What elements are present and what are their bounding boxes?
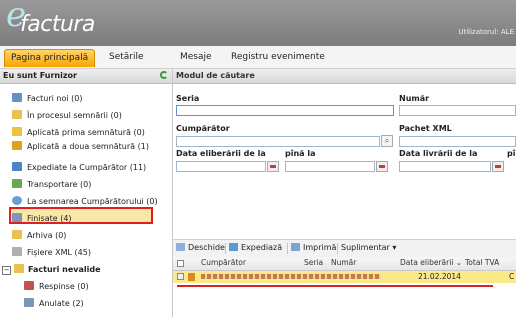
redacted-buyer <box>201 274 381 279</box>
suplimentar-dropdown[interactable]: Suplimentar ▾ <box>341 243 396 252</box>
app-header: e factura Utilizatorul: ALE <box>0 0 516 46</box>
main-nav: Pagina principală Setările Mesaje Regist… <box>0 46 516 69</box>
row-checkbox[interactable] <box>177 273 184 280</box>
print-icon <box>291 243 300 251</box>
document-icon <box>12 93 22 102</box>
collapse-icon[interactable]: − <box>2 266 11 275</box>
col-cumparator[interactable]: Cumpărător <box>201 258 246 267</box>
toolbar-divider <box>337 243 338 254</box>
logo-text: factura <box>20 12 95 37</box>
sidebar-item-a-doua-semnatura[interactable]: Aplicată a doua semnătură (1) <box>12 139 149 155</box>
row-total-tva: C <box>509 272 515 281</box>
send-button[interactable]: Expediază <box>229 243 282 252</box>
annotation-underline <box>177 285 493 287</box>
open-button[interactable]: Deschide <box>176 243 225 252</box>
data-eliberarii-to-input[interactable] <box>285 161 375 172</box>
sidebar: Eu sunt Furnizor Facturi noi (0) În proc… <box>0 69 173 317</box>
row-date: 21.02.2014 <box>418 272 461 281</box>
pana-la-label: pînă la <box>285 149 316 158</box>
folder-icon <box>12 110 22 119</box>
rejected-icon <box>24 281 34 290</box>
calendar-icon[interactable] <box>267 161 279 172</box>
clock-icon <box>12 196 22 205</box>
col-data-eliberarii[interactable]: Data eliberării ⌄ <box>400 258 462 267</box>
data-livrarii-from-input[interactable] <box>399 161 491 172</box>
toolbar-divider <box>225 243 226 254</box>
sidebar-item-in-procesul-semnarii[interactable]: În procesul semnării (0) <box>12 108 122 124</box>
table-row[interactable]: 21.02.2014 C <box>173 271 516 283</box>
toolbar-divider <box>287 243 288 254</box>
calendar-icon[interactable] <box>376 161 388 172</box>
pachet-xml-input[interactable] <box>399 136 516 147</box>
user-label: Utilizatorul: ALE <box>458 28 514 36</box>
sidebar-item-finisate[interactable]: Finisate (4) <box>12 211 72 227</box>
sidebar-item-anulate[interactable]: Anulate (2) <box>24 296 84 312</box>
pachet-xml-label: Pachet XML <box>399 124 452 133</box>
sidebar-group-facturi-nevalide[interactable]: − Facturi nevalide <box>2 262 101 278</box>
page-icon <box>12 141 22 150</box>
seria-input[interactable] <box>176 105 394 116</box>
tab-registru-evenimente[interactable]: Registru evenimente <box>225 49 331 66</box>
col-seria[interactable]: Seria <box>304 258 323 267</box>
seria-label: Seria <box>176 94 200 103</box>
send-icon <box>12 162 22 171</box>
xml-icon <box>12 247 22 256</box>
numar-input[interactable] <box>399 105 516 116</box>
main-panel: Modul de căutare Seria Număr Cumpărător … <box>173 69 516 317</box>
sidebar-title: Eu sunt Furnizor <box>3 71 77 80</box>
grid-header: Cumpărător Seria Număr Data eliberării ⌄… <box>173 257 516 271</box>
page-icon <box>12 127 22 136</box>
open-icon <box>176 243 185 251</box>
col-numar[interactable]: Număr <box>331 258 356 267</box>
document-icon <box>12 213 22 222</box>
data-eliberarii-label: Data eliberării de la <box>176 149 266 158</box>
numar-label: Număr <box>399 94 430 103</box>
select-all-checkbox[interactable] <box>177 260 184 267</box>
print-button[interactable]: Imprimă <box>291 243 336 252</box>
search-panel-header: Modul de căutare <box>173 69 516 84</box>
col-total-tva[interactable]: Total TVA <box>465 258 499 267</box>
sidebar-header: Eu sunt Furnizor <box>0 69 172 84</box>
send-icon <box>229 243 238 251</box>
invoice-icon <box>188 273 195 281</box>
sidebar-item-semnarea-cumparatorului[interactable]: La semnarea Cumpărătorului (0) <box>12 194 158 210</box>
sidebar-item-transportare[interactable]: Transportare (0) <box>12 177 91 193</box>
sidebar-item-respinse[interactable]: Respinse (0) <box>24 279 89 295</box>
search-icon[interactable]: ⌕ <box>381 135 393 147</box>
calendar-icon[interactable] <box>492 161 504 172</box>
sidebar-item-fisiere-xml[interactable]: Fișiere XML (45) <box>12 245 91 261</box>
cancelled-icon <box>24 298 34 307</box>
sidebar-item-arhiva[interactable]: Arhiva (0) <box>12 228 66 244</box>
data-livrarii-label: Data livrării de la <box>399 149 478 158</box>
folder-icon <box>12 230 22 239</box>
folder-icon <box>14 264 24 273</box>
sidebar-item-expediate[interactable]: Expediate la Cumpărător (11) <box>12 160 146 176</box>
sidebar-item-facturi-noi[interactable]: Facturi noi (0) <box>12 91 83 107</box>
cumparator-label: Cumpărător <box>176 124 230 133</box>
data-eliberarii-from-input[interactable] <box>176 161 266 172</box>
tab-pagina-principala[interactable]: Pagina principală <box>4 49 96 67</box>
refresh-icon[interactable] <box>160 71 168 79</box>
grid-toolbar: Deschide Expediază Imprimă Suplimentar ▾ <box>173 239 516 258</box>
data-livrarii-to-label: pî <box>507 149 516 158</box>
truck-icon <box>12 179 22 188</box>
cumparator-input[interactable] <box>176 136 380 147</box>
tab-mesaje[interactable]: Mesaje <box>174 49 218 66</box>
tab-setarile[interactable]: Setările <box>103 49 150 66</box>
